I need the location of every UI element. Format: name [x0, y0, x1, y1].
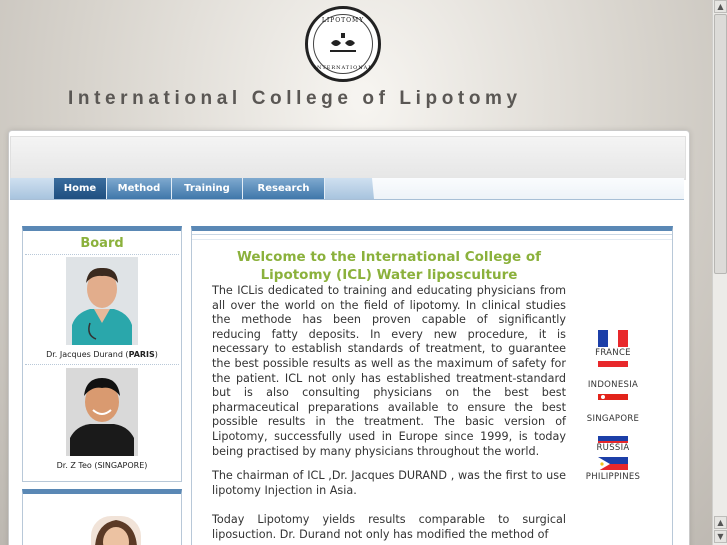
- board-sidebar: Board Dr. Jacques Durand (PARIS) Dr. Z T…: [22, 226, 182, 482]
- member-location: PARIS: [128, 350, 155, 359]
- page-scrollbar[interactable]: ▲ ▲ ▼: [712, 0, 727, 545]
- portrait-icon: [95, 520, 137, 545]
- seal-emblem-icon: [330, 33, 356, 52]
- flag-russia-icon[interactable]: [598, 430, 628, 443]
- indonesia-flag-icon: [598, 361, 628, 370]
- singapore-flag-icon: [598, 394, 628, 403]
- tab-training[interactable]: Training: [172, 178, 243, 199]
- board-member-caption: Dr. Jacques Durand (PARIS): [23, 350, 181, 359]
- seal-bottom-text: INTERNATIONAL: [314, 65, 373, 71]
- scroll-thumb[interactable]: [714, 14, 727, 274]
- intro-paragraph: The ICLis dedicated to training and educ…: [212, 284, 566, 458]
- country-label-france[interactable]: FRANCE: [578, 348, 648, 358]
- college-seal-logo[interactable]: LIPOTOMY INTERNATIONAL: [305, 6, 381, 82]
- board-member-photo-durand[interactable]: [66, 257, 138, 345]
- scroll-down-button[interactable]: ▼: [714, 530, 727, 543]
- seal-top-text: LIPOTOMY: [321, 17, 365, 24]
- flag-singapore-icon[interactable]: [598, 391, 628, 403]
- tab-research[interactable]: Research: [243, 178, 325, 199]
- member-name: Dr. Jacques Durand (: [46, 350, 129, 359]
- sidebar-lower-panel: [22, 489, 182, 545]
- flag-france-icon[interactable]: [598, 330, 628, 347]
- scroll-up-button[interactable]: ▲: [714, 0, 727, 13]
- seal-inner: LIPOTOMY INTERNATIONAL: [313, 14, 373, 74]
- site-title: International College of Lipotomy: [68, 88, 522, 109]
- nav-tab-bar: Home Method Training Research: [10, 178, 374, 199]
- board-member-photo-teo[interactable]: [66, 368, 138, 456]
- welcome-heading: Welcome to the International College of …: [236, 249, 542, 283]
- board-title: Board: [80, 236, 124, 251]
- board-member-photo[interactable]: [91, 516, 141, 545]
- main-navigation: Home Method Training Research: [10, 178, 684, 200]
- country-label-singapore[interactable]: SINGAPORE: [578, 414, 648, 424]
- chairman-paragraph: The chairman of ICL ,Dr. Jacques DURAND …: [212, 469, 566, 497]
- flag-philippines-icon[interactable]: [598, 456, 628, 470]
- scroll-up-button-bottom[interactable]: ▲: [714, 516, 727, 529]
- main-header-lines: [192, 234, 672, 240]
- divider: [25, 254, 179, 255]
- country-label-russia[interactable]: RUSSIA: [578, 443, 648, 453]
- header-banner: [10, 136, 686, 180]
- country-label-indonesia[interactable]: INDONESIA: [578, 380, 648, 390]
- divider: [25, 364, 179, 365]
- portrait-teo-icon: [66, 368, 138, 456]
- russia-flag-icon: [598, 432, 628, 443]
- country-label-philippines[interactable]: PHILIPPINES: [578, 472, 648, 482]
- results-paragraph: Today Lipotomy yields results comparable…: [212, 513, 566, 541]
- tab-home[interactable]: Home: [54, 178, 107, 199]
- france-flag-icon: [598, 330, 628, 347]
- board-member-caption: Dr. Z Teo (SINGAPORE): [56, 461, 148, 470]
- page: LIPOTOMY INTERNATIONAL International Col…: [0, 0, 712, 545]
- philippines-flag-icon: [598, 457, 628, 470]
- member-close: ): [154, 350, 158, 359]
- flag-indonesia-icon[interactable]: [598, 358, 628, 370]
- portrait-durand-icon: [66, 257, 138, 345]
- tab-method[interactable]: Method: [107, 178, 172, 199]
